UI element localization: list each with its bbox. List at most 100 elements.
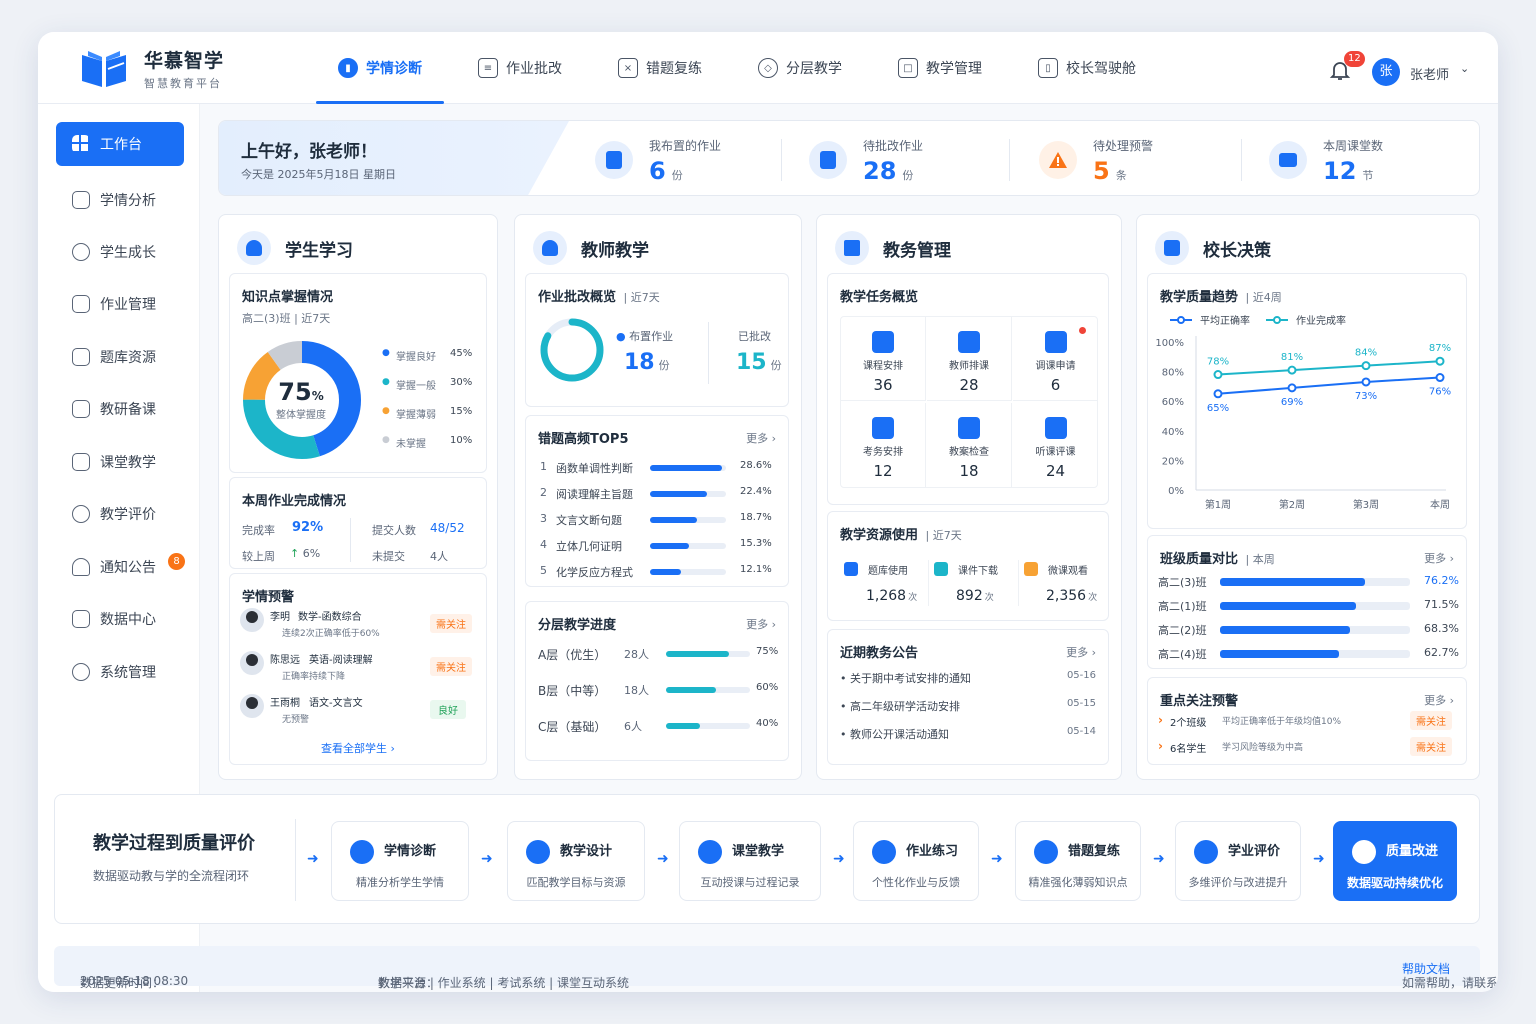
sidebar-item-evaluation[interactable]: 教学评价 [56, 492, 184, 536]
error-rate: 28.6% [740, 460, 772, 471]
assigned-label: ● 布置作业 [616, 328, 673, 344]
flow-step[interactable]: 课堂教学 互动授课与过程记录 [679, 821, 821, 901]
more-link[interactable]: 更多 › [746, 430, 776, 446]
mastery-panel: 知识点掌握情况 高二(3)班 | 近7天 75% 整体掌握度 ● 掌握良好 45% ●… [229, 273, 487, 473]
step-desc: 个性化作业与反馈 [872, 876, 960, 889]
nav-tab-diagnosis[interactable]: ▮ 学情诊断 [316, 32, 444, 104]
divider [295, 819, 296, 901]
student-icon [237, 231, 271, 265]
sidebar-item-classroom[interactable]: 课堂教学 [56, 440, 184, 484]
flow-step[interactable]: 学情诊断 精准分析学生学情 [331, 821, 469, 901]
task-cell[interactable]: 调课申请 6 [1013, 317, 1098, 401]
status-badge: 良好 [430, 700, 466, 719]
nav-tab-grading[interactable]: ≡ 作业批改 [456, 32, 584, 104]
rank-number: 2 [540, 486, 547, 499]
user-name[interactable]: 张老师 [1410, 64, 1449, 83]
data-point [1287, 383, 1297, 393]
nav-tab-management[interactable]: □ 教学管理 [876, 32, 1004, 104]
bar-fill [666, 687, 717, 693]
nav-tab-layered[interactable]: ◇ 分层教学 [736, 32, 864, 104]
last-week-change: ↑ 6% [290, 547, 320, 560]
series-line [1217, 376, 1441, 395]
flow-step[interactable]: 作业练习 个性化作业与反馈 [853, 821, 979, 901]
kpi-unit: 条 [1115, 169, 1127, 182]
play-icon [72, 453, 90, 471]
more-link[interactable]: 更多 › [1424, 692, 1454, 708]
center-label: 整体掌握度 [276, 410, 326, 421]
sidebar-item-question-bank[interactable]: 题库资源 [56, 335, 184, 379]
nav-tab-error-practice[interactable]: × 错题复练 [596, 32, 724, 104]
resource-icon [1024, 562, 1038, 576]
sidebar-item-growth[interactable]: 学生成长 [56, 230, 184, 274]
sidebar-item-analysis[interactable]: 学情分析 [56, 178, 184, 222]
sidebar-item-system[interactable]: 系统管理 [56, 650, 184, 694]
task-cell[interactable]: 考务安排 12 [841, 403, 926, 487]
task-value: 12 [873, 462, 893, 480]
submit-value: 48/52 [430, 521, 465, 535]
notice-badge: 8 [168, 553, 185, 570]
sidebar-item-data-center[interactable]: 数据中心 [56, 597, 184, 641]
step-icon [350, 840, 374, 864]
flow-step[interactable]: 质量改进 数据驱动持续优化 [1333, 821, 1457, 901]
panel-title: 本周作业完成情况 [242, 494, 347, 509]
sidebar-item-homework[interactable]: 作业管理 [56, 282, 184, 326]
more-text: 更多 [1424, 552, 1447, 565]
flow-step[interactable]: 错题复练 精准强化薄弱知识点 [1015, 821, 1141, 901]
notice-item[interactable]: • 高二年级研学活动安排 [840, 698, 960, 714]
chevron-down-icon[interactable]: ⌄ [1460, 62, 1469, 75]
sidebar-item-label: 学生成长 [100, 245, 156, 261]
dashboard-icon: ▯ [1038, 58, 1058, 78]
nav-label: 作业批改 [506, 61, 562, 77]
panel-title: 重点关注预警 [1160, 694, 1239, 709]
period: 本周 [1252, 553, 1275, 566]
chevron-right-icon: › [390, 742, 395, 755]
flow-step[interactable]: 教学设计 匹配教学目标与资源 [507, 821, 645, 901]
sidebar-item-workbench[interactable]: 工作台 [56, 122, 184, 166]
nav-label: 分层教学 [786, 61, 842, 77]
alert-row[interactable]: 王雨桐 语文-文言文 无预警 良好 [230, 692, 488, 732]
avatar[interactable]: 张 [1372, 58, 1400, 86]
task-cell[interactable]: 课程安排 36 [841, 317, 926, 401]
alert-row[interactable]: 陈思远 英语-阅读理解 正确率持续下降 需关注 [230, 649, 488, 689]
sidebar-item-notices[interactable]: 通知公告 8 [56, 545, 185, 589]
flow-step[interactable]: 学业评价 多维评价与改进提升 [1175, 821, 1301, 901]
more-link[interactable]: 更多 › [1424, 550, 1454, 566]
alert-panel: 学情预警 李明 数学-函数综合 连续2次正确率低于60% 需关注 陈思远 英语-阅读理解正… [229, 573, 487, 765]
data-point [1213, 370, 1223, 380]
decision-icon [1155, 231, 1189, 265]
notice-date: 05-16 [1066, 670, 1096, 681]
more-link[interactable]: 更多 › [746, 616, 776, 632]
legend-marker [1273, 316, 1281, 324]
alert-row[interactable]: 李明 数学-函数综合 连续2次正确率低于60% 需关注 [230, 606, 488, 646]
view-all-students-link[interactable]: 查看全部学生 › [230, 740, 486, 756]
bar-track [650, 569, 726, 575]
nav-tab-cockpit[interactable]: ▯ 校长驾驶舱 [1016, 32, 1158, 104]
sidebar-item-lesson-prep[interactable]: 教研备课 [56, 387, 184, 431]
data-point [1287, 365, 1297, 375]
task-cell[interactable]: 教师排课 28 [927, 317, 1012, 401]
more-link[interactable]: 更多 › [1066, 644, 1096, 660]
error-icon: × [618, 58, 638, 78]
sidebar-item-label: 教研备课 [100, 402, 156, 418]
rank-number: 4 [540, 538, 547, 551]
rank-number: 1 [540, 460, 547, 473]
avatar [240, 608, 264, 632]
notice-item[interactable]: • 教师公开课活动通知 [840, 726, 949, 742]
nav-label: 学情诊断 [366, 61, 422, 77]
users-icon [72, 243, 90, 261]
arrow-right-icon: ➜ [481, 851, 493, 867]
task-cell[interactable]: 教案检查 18 [927, 403, 1012, 487]
bar-track [666, 687, 750, 693]
task-cell[interactable]: 听课评课 24 [1013, 403, 1098, 487]
app-subtitle: 智慧教育平台 [144, 77, 222, 90]
arrow-right-icon: ➜ [1153, 851, 1165, 867]
divider [350, 518, 351, 562]
task-icon [872, 331, 894, 353]
status-badge: 需关注 [1410, 737, 1452, 756]
step-title: 教学设计 [560, 844, 613, 859]
app-logo[interactable]: 华慕智学 智慧教育平台 [78, 46, 224, 91]
kpi-unit: 份 [902, 169, 914, 182]
notice-item[interactable]: • 关于期中考试安排的通知 [840, 670, 971, 686]
help-label: 如需帮助，请联系信息中心或查看 [1401, 976, 1498, 990]
step-icon [1352, 840, 1376, 864]
